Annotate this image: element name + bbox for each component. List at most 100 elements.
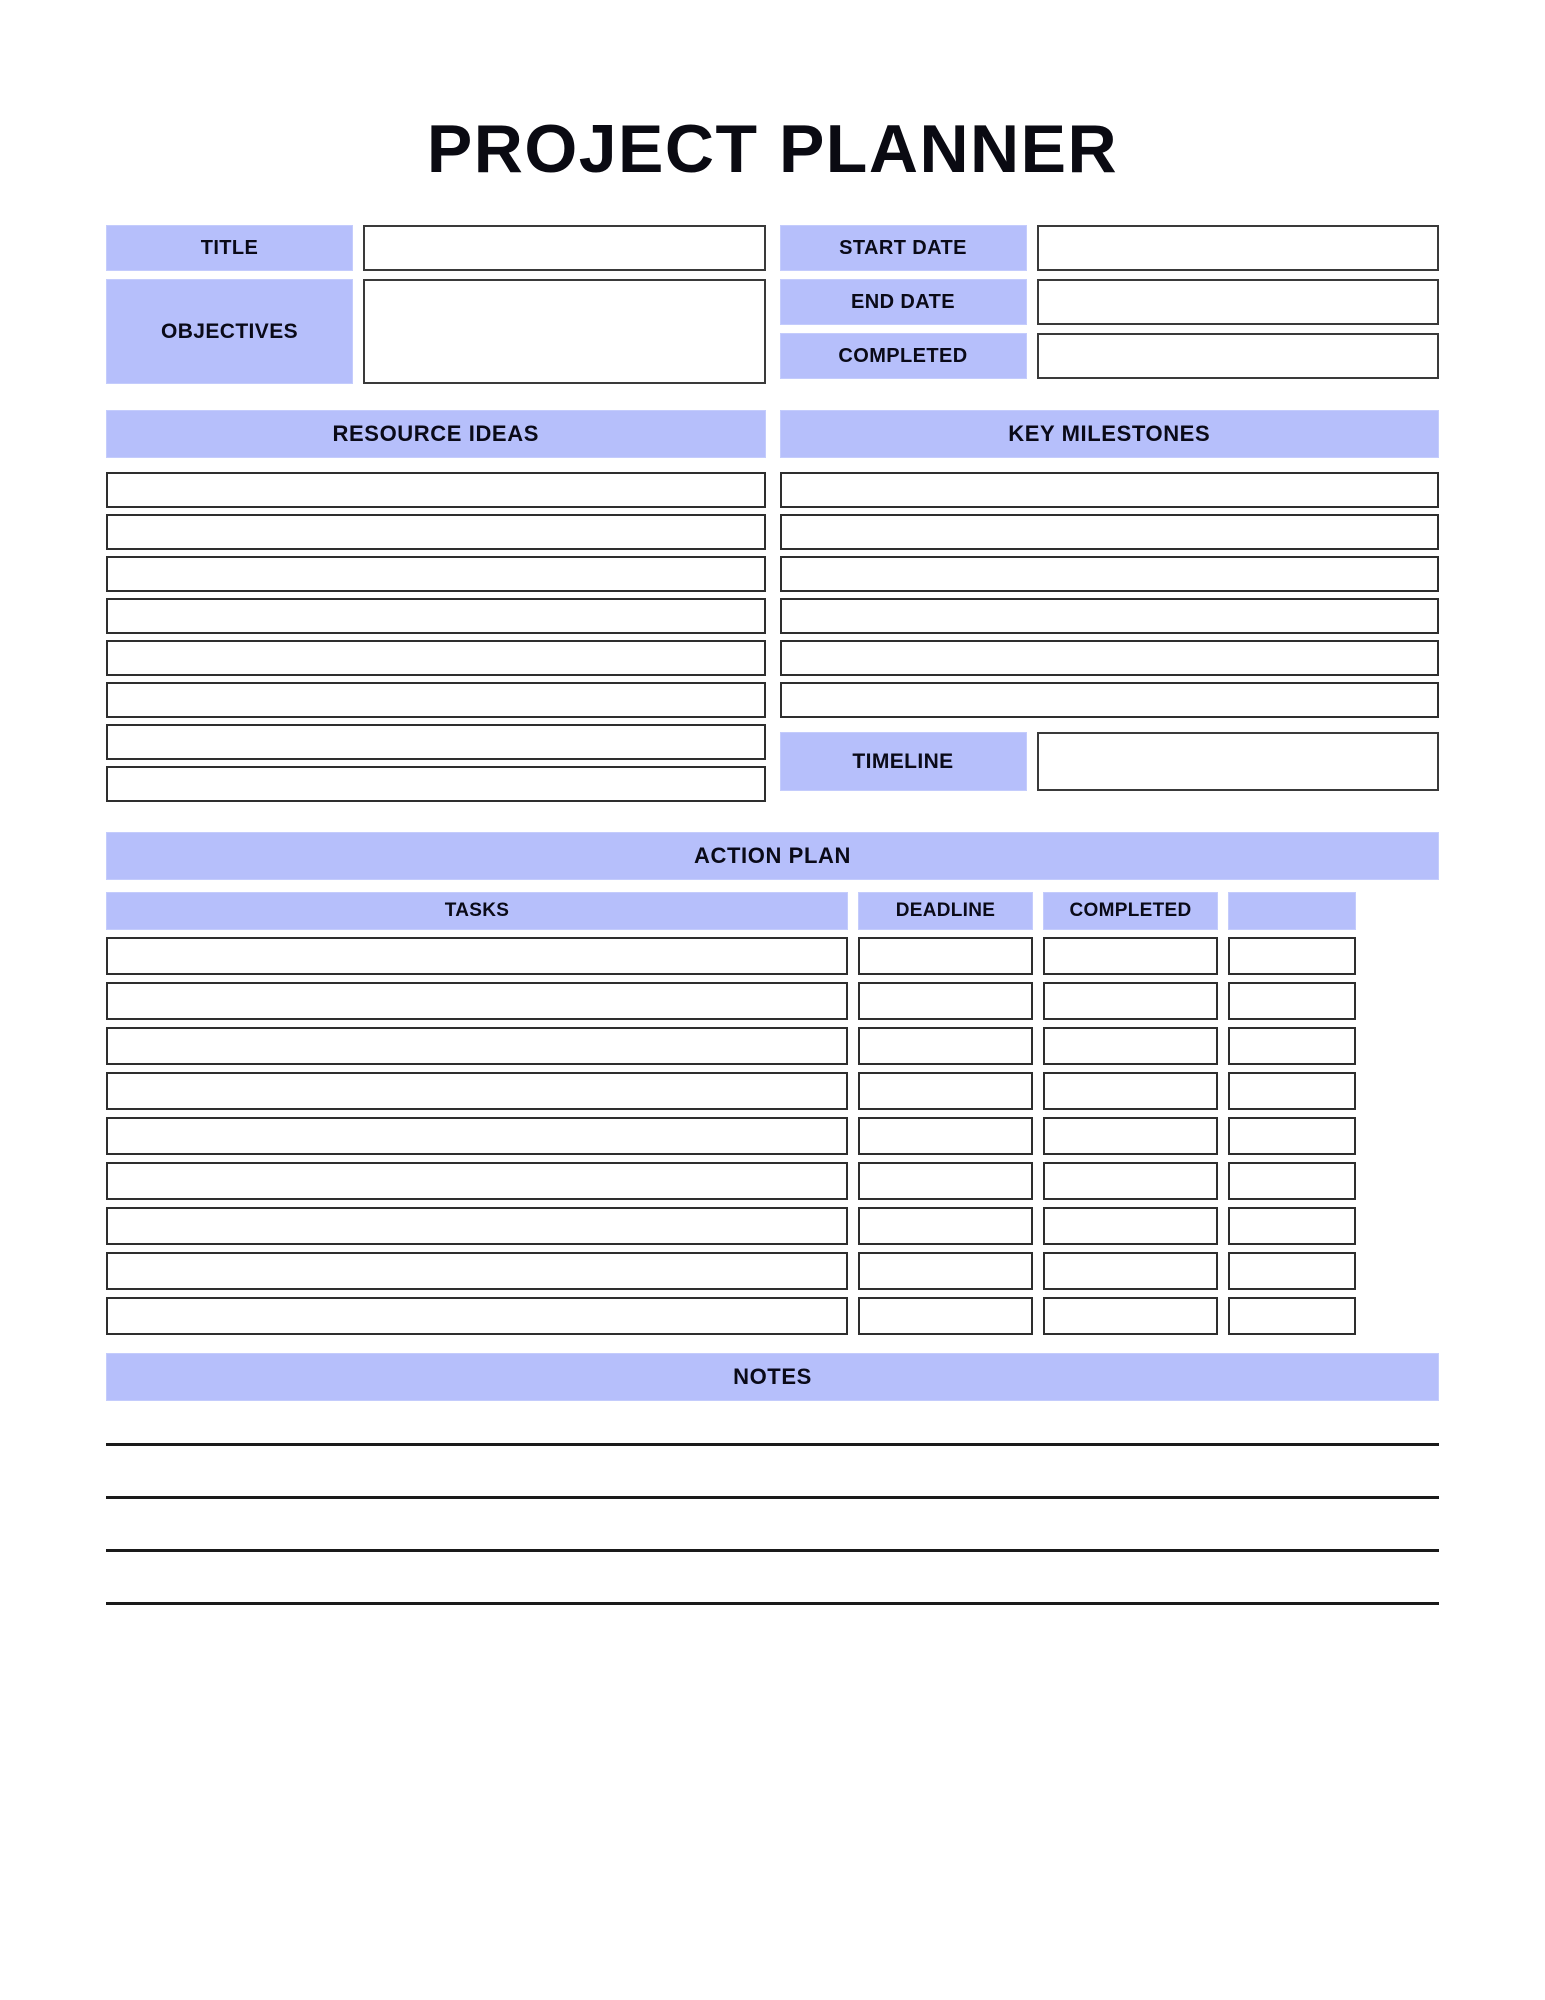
completed-input[interactable] (1043, 1162, 1218, 1200)
key-milestones-list (779, 472, 1439, 718)
completed-input[interactable] (1043, 1297, 1218, 1335)
timeline-input[interactable] (1036, 732, 1439, 791)
completed-input[interactable] (1043, 1072, 1218, 1110)
title-input[interactable] (363, 225, 766, 271)
resource-idea-input[interactable] (106, 724, 766, 760)
check-input[interactable] (1228, 937, 1356, 975)
table-row (106, 982, 1439, 1020)
completed-input[interactable] (1043, 937, 1218, 975)
project-info-section: TITLE OBJECTIVES START DATE END DATE COM… (106, 225, 1439, 384)
objectives-row: OBJECTIVES (106, 279, 766, 384)
notes-line[interactable] (106, 1549, 1439, 1552)
completed-label: COMPLETED (779, 333, 1027, 379)
check-input[interactable] (1228, 1252, 1356, 1290)
notes-line[interactable] (106, 1443, 1439, 1446)
completed-input[interactable] (1043, 1027, 1218, 1065)
completed-input[interactable] (1043, 982, 1218, 1020)
list-section-headings: RESOURCE IDEAS KEY MILESTONES (106, 410, 1439, 458)
check-input[interactable] (1228, 1072, 1356, 1110)
page-title: PROJECT PLANNER (426, 111, 1119, 187)
start-date-row: START DATE (779, 225, 1439, 271)
deadline-input[interactable] (858, 1117, 1033, 1155)
key-milestones-heading: KEY MILESTONES (779, 410, 1439, 458)
table-row (106, 1207, 1439, 1245)
task-input[interactable] (106, 1027, 848, 1065)
completed-input[interactable] (1043, 1207, 1218, 1245)
notes-line[interactable] (106, 1602, 1439, 1605)
deadline-input[interactable] (858, 1162, 1033, 1200)
resource-ideas-heading: RESOURCE IDEAS (106, 410, 766, 458)
resource-ideas-list (106, 472, 766, 808)
end-date-label: END DATE (779, 279, 1027, 325)
key-milestone-input[interactable] (779, 640, 1439, 676)
key-milestone-input[interactable] (779, 514, 1439, 550)
end-date-input[interactable] (1036, 279, 1439, 325)
project-info-right-column: START DATE END DATE COMPLETED (779, 225, 1439, 384)
task-input[interactable] (106, 982, 848, 1020)
table-row (106, 1252, 1439, 1290)
check-input[interactable] (1228, 1207, 1356, 1245)
key-milestone-input[interactable] (779, 682, 1439, 718)
objectives-input[interactable] (363, 279, 766, 384)
resource-idea-input[interactable] (106, 766, 766, 802)
project-planner-page: PROJECT PLANNER TITLE OBJECTIVES START D… (0, 0, 1545, 2000)
timeline-row: TIMELINE (779, 732, 1439, 791)
task-input[interactable] (106, 937, 848, 975)
column-header-completed: COMPLETED (1043, 892, 1218, 930)
title-label: TITLE (106, 225, 353, 271)
table-row (106, 1162, 1439, 1200)
task-input[interactable] (106, 1117, 848, 1155)
check-input[interactable] (1228, 982, 1356, 1020)
deadline-input[interactable] (858, 982, 1033, 1020)
task-input[interactable] (106, 1252, 848, 1290)
start-date-label: START DATE (779, 225, 1027, 271)
lists-section: TIMELINE (106, 472, 1439, 808)
resource-idea-input[interactable] (106, 472, 766, 508)
notes-heading: NOTES (106, 1353, 1439, 1401)
column-header-deadline: DEADLINE (858, 892, 1033, 930)
objectives-label: OBJECTIVES (106, 279, 353, 384)
deadline-input[interactable] (858, 1207, 1033, 1245)
completed-input[interactable] (1036, 333, 1439, 379)
completed-row: COMPLETED (779, 333, 1439, 379)
action-plan-table-header: TASKS DEADLINE COMPLETED (106, 892, 1439, 930)
key-milestones-column: TIMELINE (779, 472, 1439, 808)
task-input[interactable] (106, 1072, 848, 1110)
notes-lines (106, 1443, 1439, 1605)
start-date-input[interactable] (1036, 225, 1439, 271)
key-milestone-input[interactable] (779, 598, 1439, 634)
resource-idea-input[interactable] (106, 598, 766, 634)
task-input[interactable] (106, 1297, 848, 1335)
check-input[interactable] (1228, 1297, 1356, 1335)
check-input[interactable] (1228, 1027, 1356, 1065)
table-row (106, 1072, 1439, 1110)
check-input[interactable] (1228, 1162, 1356, 1200)
deadline-input[interactable] (858, 1027, 1033, 1065)
key-milestone-input[interactable] (779, 556, 1439, 592)
resource-idea-input[interactable] (106, 556, 766, 592)
table-row (106, 1117, 1439, 1155)
deadline-input[interactable] (858, 1252, 1033, 1290)
deadline-input[interactable] (858, 937, 1033, 975)
column-header-tasks: TASKS (106, 892, 848, 930)
resource-idea-input[interactable] (106, 514, 766, 550)
table-row (106, 1027, 1439, 1065)
title-row: TITLE (106, 225, 766, 271)
resource-idea-input[interactable] (106, 640, 766, 676)
deadline-input[interactable] (858, 1072, 1033, 1110)
check-input[interactable] (1228, 1117, 1356, 1155)
column-header-check (1228, 892, 1356, 930)
deadline-input[interactable] (858, 1297, 1033, 1335)
project-info-left-column: TITLE OBJECTIVES (106, 225, 766, 384)
resource-idea-input[interactable] (106, 682, 766, 718)
table-row (106, 1297, 1439, 1335)
task-input[interactable] (106, 1207, 848, 1245)
task-input[interactable] (106, 1162, 848, 1200)
action-plan-table-body (106, 937, 1439, 1335)
end-date-row: END DATE (779, 279, 1439, 325)
completed-input[interactable] (1043, 1252, 1218, 1290)
timeline-label: TIMELINE (779, 732, 1027, 791)
completed-input[interactable] (1043, 1117, 1218, 1155)
key-milestone-input[interactable] (779, 472, 1439, 508)
notes-line[interactable] (106, 1496, 1439, 1499)
